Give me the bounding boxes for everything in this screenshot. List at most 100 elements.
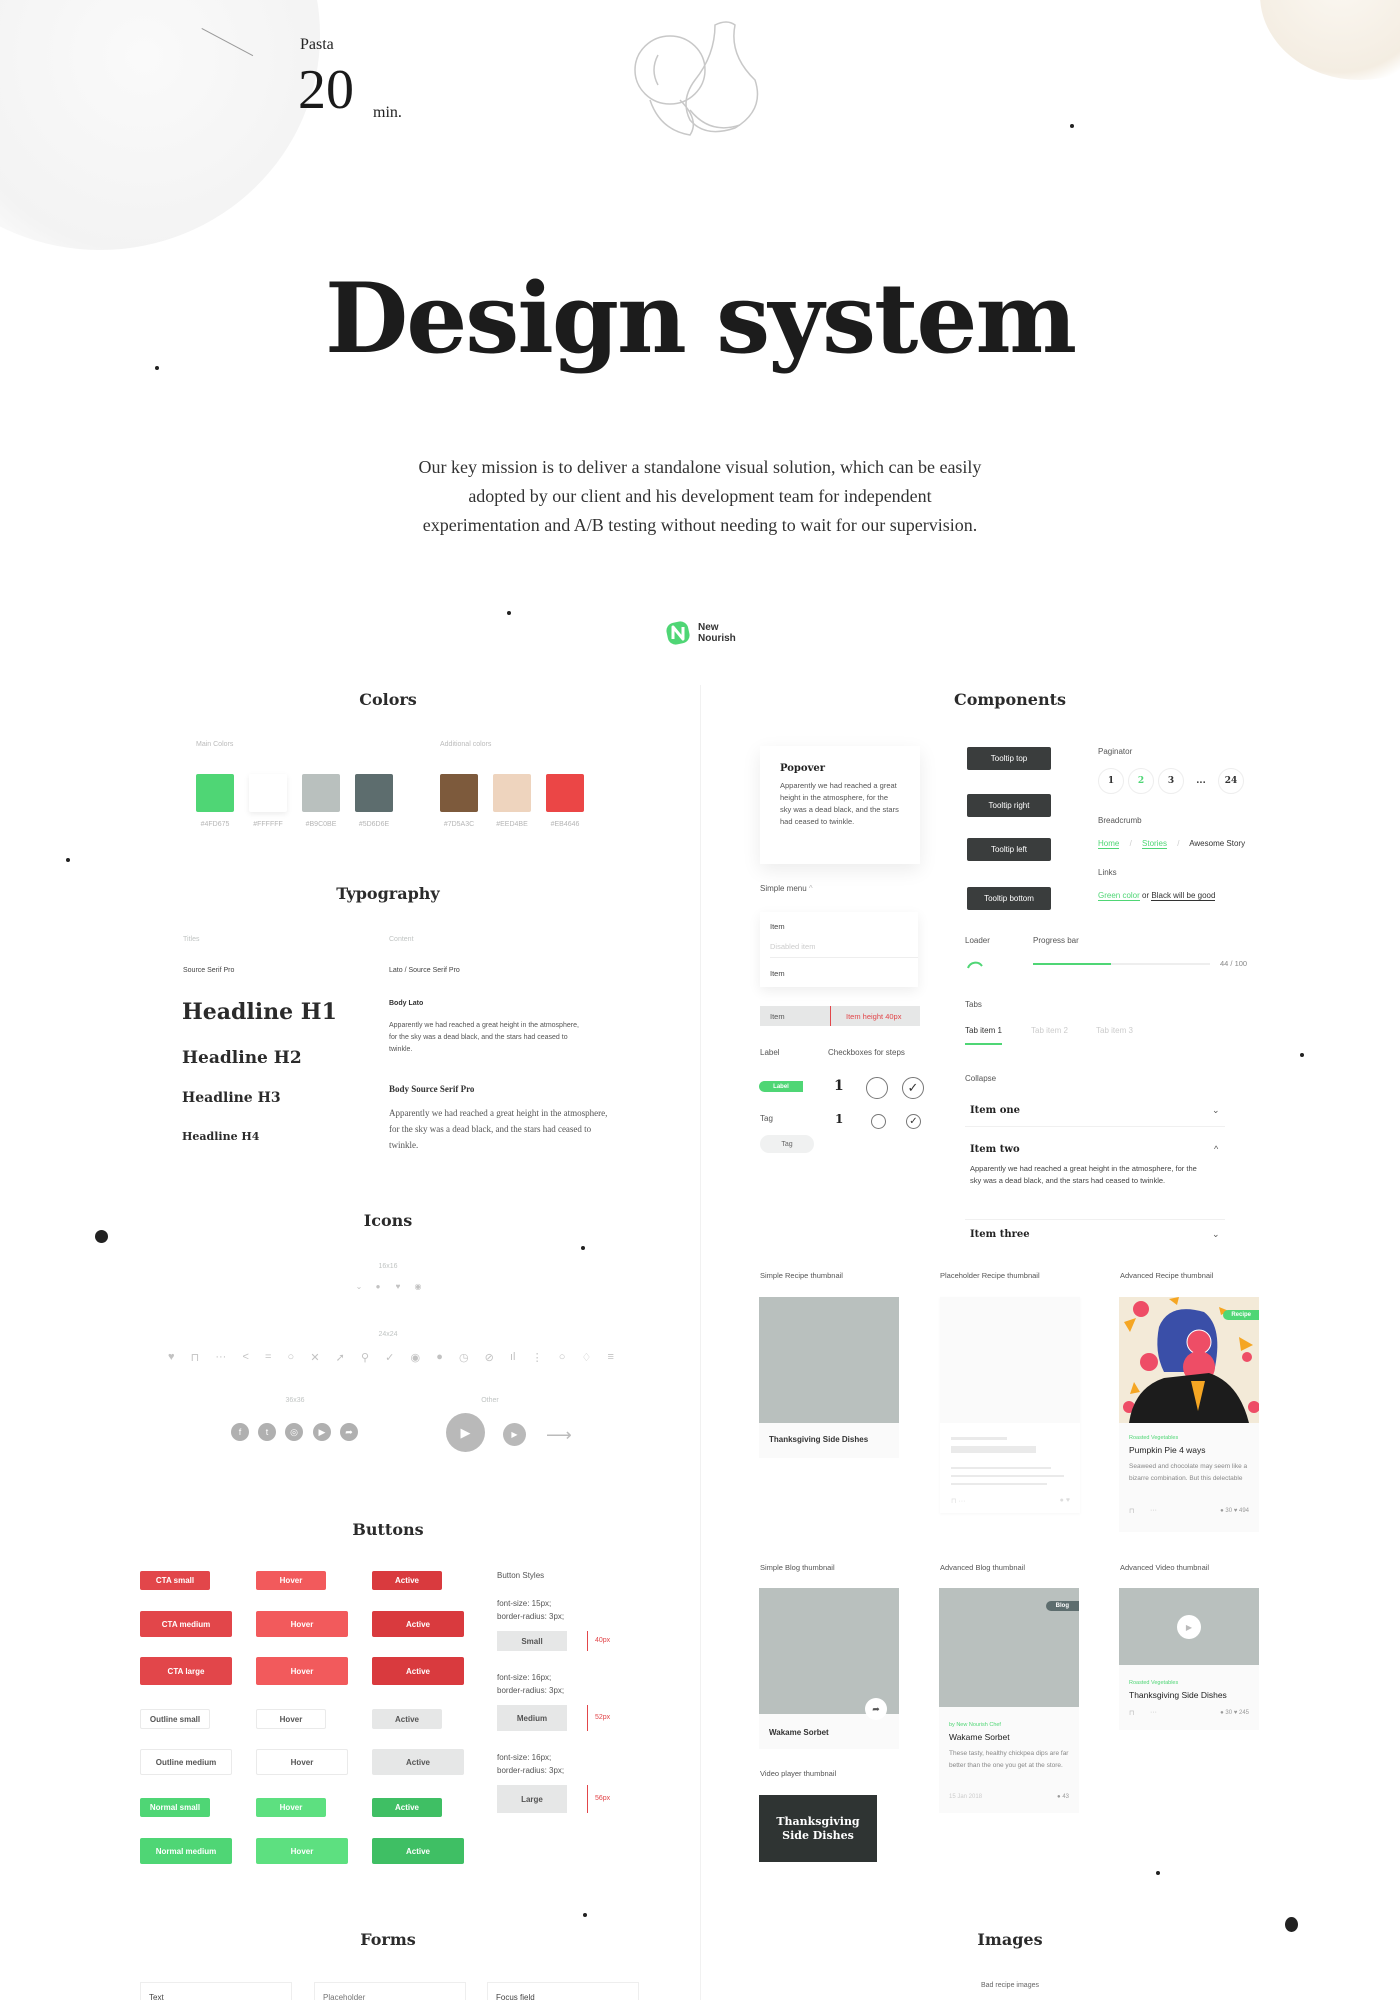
cta-large-hover-button[interactable]: Hover — [256, 1657, 348, 1685]
size16-label: 16x16 — [378, 1263, 398, 1270]
outline-medium-hover-button[interactable]: Hover — [256, 1749, 348, 1775]
outline-small-active-button[interactable]: Active — [372, 1709, 442, 1729]
page-24[interactable]: 24 — [1218, 768, 1244, 794]
text-input[interactable] — [140, 1982, 292, 2000]
collapse-item-one[interactable]: Item one — [970, 1105, 1020, 1116]
like-count: 494 — [1238, 1508, 1249, 1514]
recipe-image-placeholder — [759, 1297, 899, 1423]
tab-item-3[interactable]: Tab item 3 — [1096, 1026, 1133, 1035]
page-1[interactable]: 1 — [1098, 768, 1124, 794]
advanced-blog-card[interactable]: Blog by New Nourish Chef Wakame Sorbet T… — [939, 1588, 1079, 1813]
outline-small-hover-button[interactable]: Hover — [256, 1709, 326, 1729]
step-checkbox-empty-small[interactable] — [871, 1114, 886, 1129]
close-icon: ✕ — [310, 1352, 320, 1364]
normal-small-hover-button[interactable]: Hover — [256, 1798, 326, 1817]
share-forward-icon[interactable]: ➦ — [340, 1423, 358, 1441]
skeleton-line — [951, 1446, 1036, 1453]
outline-medium-button[interactable]: Outline medium — [140, 1749, 232, 1775]
youtube-icon[interactable]: ▶ — [313, 1423, 331, 1441]
tabs-label: Tabs — [965, 1000, 982, 1009]
chevron-down-icon[interactable]: ⌄ — [1212, 1105, 1220, 1116]
swatch-beige — [493, 774, 531, 812]
menu-item[interactable]: Item — [770, 969, 785, 978]
cta-medium-active-button[interactable]: Active — [372, 1611, 464, 1637]
cta-small-active-button[interactable]: Active — [372, 1571, 442, 1590]
twitter-icon[interactable]: t — [258, 1423, 276, 1441]
bookmark-icon[interactable]: ⊓ — [1129, 1507, 1134, 1515]
forms-title: Forms — [360, 1930, 416, 1949]
forward-icon: ➚ — [335, 1352, 345, 1364]
step-checkbox-checked-small[interactable]: ✓ — [906, 1114, 921, 1129]
step-checkbox-empty-large[interactable] — [866, 1077, 888, 1099]
chevron-up-icon[interactable]: ^ — [1214, 1144, 1218, 1154]
recipe-title[interactable]: Pumpkin Pie 4 ways — [1129, 1445, 1206, 1455]
play-icon[interactable]: ▶ — [1177, 1615, 1201, 1639]
breadcrumb-home[interactable]: Home — [1098, 839, 1120, 849]
focus-input[interactable] — [487, 1982, 639, 2000]
tag-chip[interactable]: Tag — [760, 1135, 814, 1153]
page-3[interactable]: 3 — [1158, 768, 1184, 794]
simple-blog-card[interactable]: ➦ Wakame Sorbet — [759, 1588, 899, 1749]
normal-medium-active-button[interactable]: Active — [372, 1838, 464, 1864]
play-large-icon[interactable]: ▶ — [446, 1413, 485, 1452]
blog-title[interactable]: Wakame Sorbet — [949, 1732, 1010, 1742]
heart-icon: ♥ — [168, 1351, 175, 1363]
simple-recipe-card[interactable]: Thanksgiving Side Dishes — [759, 1297, 899, 1458]
simple-menu-label: Simple menu — [760, 884, 807, 893]
outline-small-button[interactable]: Outline small — [140, 1709, 210, 1729]
outline-medium-active-button[interactable]: Active — [372, 1749, 464, 1775]
chevron-down-icon[interactable]: ⌄ — [1212, 1229, 1220, 1240]
skeleton-line — [951, 1467, 1051, 1469]
headline-h4: Headline H4 — [182, 1130, 260, 1143]
menu-item[interactable]: Item — [770, 922, 785, 931]
tab-item-2[interactable]: Tab item 2 — [1031, 1026, 1068, 1035]
more-icon[interactable]: ··· — [1150, 1507, 1157, 1514]
normal-medium-hover-button[interactable]: Hover — [256, 1838, 348, 1864]
blog-date: 15 Jan 2018 — [949, 1794, 983, 1800]
size24-label: 24x24 — [378, 1331, 398, 1338]
link-green[interactable]: Green color — [1098, 891, 1140, 901]
cta-small-hover-button[interactable]: Hover — [256, 1571, 326, 1590]
bookmark-icon[interactable]: ⊓ — [1129, 1709, 1134, 1717]
video-title[interactable]: Thanksgiving Side Dishes — [1129, 1690, 1227, 1700]
size36-label: 36x36 — [285, 1397, 305, 1404]
link-black[interactable]: Black will be good — [1151, 891, 1216, 901]
recipe-category[interactable]: Roasted Vegetables — [1129, 1435, 1178, 1441]
share-icon[interactable]: ➦ — [865, 1698, 887, 1720]
advanced-video-card[interactable]: ▶ Roasted Vegetables Thanksgiving Side D… — [1119, 1588, 1259, 1730]
cta-medium-hover-button[interactable]: Hover — [256, 1611, 348, 1637]
facebook-icon[interactable]: f — [231, 1423, 249, 1441]
tooltip-top: Tooltip top — [967, 747, 1051, 770]
tooltip-left: Tooltip left — [967, 838, 1051, 861]
breadcrumb-stories[interactable]: Stories — [1142, 839, 1167, 849]
tooltip-right: Tooltip right — [967, 794, 1051, 817]
collapse-item-three[interactable]: Item three — [970, 1229, 1030, 1240]
step-checkbox-checked-large[interactable]: ✓ — [902, 1077, 924, 1099]
normal-small-button[interactable]: Normal small — [140, 1798, 210, 1817]
cta-large-button[interactable]: CTA large — [140, 1657, 232, 1685]
video-category[interactable]: Roasted Vegetables — [1129, 1680, 1178, 1686]
body-lato-text: Apparently we had reached a great height… — [389, 1022, 579, 1053]
eye-icon: ◉ — [414, 1282, 422, 1291]
placeholder-input[interactable] — [314, 1982, 466, 2000]
tab-item-1[interactable]: Tab item 1 — [965, 1026, 1002, 1045]
links-sample: Green color or Black will be good — [1098, 891, 1216, 901]
cta-large-active-button[interactable]: Active — [372, 1657, 464, 1685]
page-2-current[interactable]: 2 — [1128, 768, 1154, 794]
normal-medium-button[interactable]: Normal medium — [140, 1838, 232, 1864]
cta-small-button[interactable]: CTA small — [140, 1571, 210, 1590]
comment-icon: ● — [436, 1351, 443, 1363]
video-player-thumbnail[interactable]: Thanksgiving Side Dishes — [759, 1795, 877, 1862]
advanced-recipe-card[interactable]: Recipe Roasted Vegetables Pumpkin Pie 4 … — [1119, 1297, 1259, 1532]
menu-icon: = — [265, 1351, 272, 1363]
simple-recipe-label: Simple Recipe thumbnail — [760, 1271, 843, 1280]
blog-author[interactable]: by New Nourish Chef — [949, 1722, 1001, 1728]
instagram-icon[interactable]: ◎ — [285, 1423, 303, 1441]
normal-small-active-button[interactable]: Active — [372, 1798, 442, 1817]
cta-medium-button[interactable]: CTA medium — [140, 1611, 232, 1637]
more-icon[interactable]: ··· — [1150, 1709, 1157, 1716]
filter-icon: ≡ — [607, 1351, 614, 1363]
play-small-icon[interactable]: ▶ — [503, 1423, 526, 1446]
collapse-item-two[interactable]: Item two — [970, 1144, 1020, 1155]
simple-menu-toggle[interactable]: Simple menu ^ — [760, 884, 813, 893]
